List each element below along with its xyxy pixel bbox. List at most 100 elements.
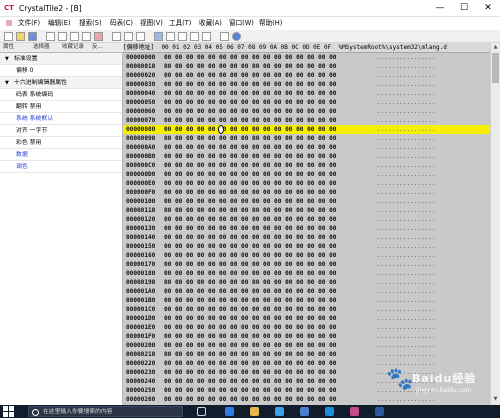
menu-search[interactable]: 搜索(S)	[79, 18, 102, 29]
store-icon[interactable]	[275, 407, 284, 416]
hex-bytes[interactable]: 00 00 00 00 00 00 00 00 00 00 00 00 00 0…	[164, 188, 336, 197]
close-button[interactable]: ✕	[476, 0, 500, 17]
hex-bytes[interactable]: 00 00 00 00 00 00 00 00 00 00 00 00 00 0…	[164, 386, 336, 395]
hex-bytes[interactable]: 00 00 00 00 00 00 00 00 00 00 00 00 00 0…	[164, 332, 336, 341]
hex-row[interactable]: 000000B0 00 00 00 00 00 00 00 00 00 00 00…	[123, 152, 490, 161]
hex-row[interactable]: 00000060 00 00 00 00 00 00 00 00 00 00 00…	[123, 107, 490, 116]
hex-ascii[interactable]: ................	[377, 323, 436, 332]
hex-ascii[interactable]: ................	[377, 179, 436, 188]
hex-ascii[interactable]: ................	[377, 152, 436, 161]
image-view-icon[interactable]	[190, 32, 199, 41]
menu-file[interactable]: 文件(F)	[18, 18, 40, 29]
palette-icon[interactable]	[202, 32, 211, 41]
hex-bytes[interactable]: 00 00 00 00 00 00 00 00 00 00 00 00 00 0…	[164, 134, 336, 143]
hex-row[interactable]: 000001A0 00 00 00 00 00 00 00 00 00 00 00…	[123, 287, 490, 296]
cut-icon[interactable]	[58, 32, 67, 41]
hex-bytes[interactable]: 00 00 00 00 00 00 00 00 00 00 00 00 00 0…	[164, 80, 336, 89]
menu-window[interactable]: 窗口(W)	[229, 18, 254, 29]
property-offset[interactable]: 偏移 0	[0, 65, 122, 77]
hex-row[interactable]: 00000120 00 00 00 00 00 00 00 00 00 00 00…	[123, 215, 490, 224]
hex-row[interactable]: 00000150 00 00 00 00 00 00 00 00 00 00 00…	[123, 242, 490, 251]
hex-bytes[interactable]: 00 00 00 00 00 00 00 00 00 00 00 00 00 0…	[164, 143, 336, 152]
hex-row[interactable]: 00000200 00 00 00 00 00 00 00 00 00 00 00…	[123, 341, 490, 350]
new-file-icon[interactable]	[4, 32, 13, 41]
hex-row[interactable]: 00000260 00 00 00 00 00 00 00 00 00 00 00…	[123, 395, 490, 404]
hex-bytes[interactable]: 00 00 00 00 00 00 00 00 00 00 00 00 00 0…	[164, 53, 336, 62]
hex-row[interactable]: 00000110 00 00 00 00 00 00 00 00 00 00 00…	[123, 206, 490, 215]
hex-bytes[interactable]: 00 00 00 00 00 00 00 00 00 00 00 00 00 0…	[164, 278, 336, 287]
hex-ascii[interactable]: ................	[377, 368, 436, 377]
hex-bytes[interactable]: 00 00 00 00 00 00 00 00 00 00 00 00 00 0…	[164, 260, 336, 269]
hex-ascii[interactable]: ................	[377, 206, 436, 215]
hex-view-icon[interactable]	[154, 32, 163, 41]
hex-ascii[interactable]: ................	[377, 242, 436, 251]
hex-bytes[interactable]: 00 00 00 00 00 00 00 00 00 00 00 00 00 0…	[164, 89, 336, 98]
hex-bytes[interactable]: 00 00 00 00 00 00 00 00 00 00 00 00 00 0…	[164, 206, 336, 215]
scroll-down-icon[interactable]: ▼	[491, 395, 500, 404]
minimize-button[interactable]: —	[428, 0, 452, 17]
hex-row[interactable]: 00000090 00 00 00 00 00 00 00 00 00 00 00…	[123, 134, 490, 143]
app-icon-blue[interactable]	[375, 407, 384, 416]
hex-row[interactable]: 000001F0 00 00 00 00 00 00 00 00 00 00 00…	[123, 332, 490, 341]
taskbar-search[interactable]: 在这里输入你要搜索的内容	[28, 406, 183, 417]
hex-row[interactable]: 000001E0 00 00 00 00 00 00 00 00 00 00 00…	[123, 323, 490, 332]
hex-ascii[interactable]: ................	[377, 341, 436, 350]
hex-ascii[interactable]: ................	[377, 188, 436, 197]
hex-ascii[interactable]: ................	[377, 350, 436, 359]
hex-ascii[interactable]: ................	[377, 116, 436, 125]
hex-bytes[interactable]: 00 00 00 00 00 00 00 00 00 00 00 00 00 0…	[164, 341, 336, 350]
hex-row[interactable]: 00000020 00 00 00 00 00 00 00 00 00 00 00…	[123, 71, 490, 80]
hex-bytes[interactable]: 00 00 00 00 00 00 00 00 00 00 00 00 00 0…	[164, 395, 336, 404]
hex-row[interactable]: 000000D0 00 00 00 00 00 00 00 00 00 00 00…	[123, 170, 490, 179]
hex-ascii[interactable]: ................	[377, 260, 436, 269]
hex-ascii[interactable]: ................	[377, 296, 436, 305]
hex-bytes[interactable]: 00 00 00 00 00 00 00 00 00 00 00 00 00 0…	[164, 251, 336, 260]
hex-row[interactable]: 000000A0 00 00 00 00 00 00 00 00 00 00 00…	[123, 143, 490, 152]
hex-row[interactable]: 000000E0 00 00 00 00 00 00 00 00 00 00 00…	[123, 179, 490, 188]
hex-bytes[interactable]: 00 00 00 00 00 00 00 00 00 00 00 00 00 0…	[164, 269, 336, 278]
hex-ascii[interactable]: ................	[377, 287, 436, 296]
hex-ascii[interactable]: ................	[377, 53, 436, 62]
edge-browser-icon[interactable]	[225, 407, 234, 416]
hex-bytes[interactable]: 00 00 00 00 00 00 00 00 00 00 00 00 00 0…	[164, 161, 336, 170]
hex-row[interactable]: 000001B0 00 00 00 00 00 00 00 00 00 00 00…	[123, 296, 490, 305]
hex-row[interactable]: 00000010 00 00 00 00 00 00 00 00 00 00 00…	[123, 62, 490, 71]
hex-row[interactable]: 00000220 00 00 00 00 00 00 00 00 00 00 00…	[123, 359, 490, 368]
browser-icon[interactable]	[300, 407, 309, 416]
property-codetable[interactable]: 码表 系统编码	[0, 89, 122, 101]
hex-row[interactable]: 00000230 00 00 00 00 00 00 00 00 00 00 00…	[123, 368, 490, 377]
hex-bytes[interactable]: 00 00 00 00 00 00 00 00 00 00 00 00 00 0…	[164, 368, 336, 377]
text-view-icon[interactable]	[178, 32, 187, 41]
hex-row[interactable]: 00000190 00 00 00 00 00 00 00 00 00 00 00…	[123, 278, 490, 287]
task-view-icon[interactable]	[197, 407, 206, 416]
hex-ascii[interactable]: ................	[377, 197, 436, 206]
hex-ascii[interactable]: ................	[377, 107, 436, 116]
hex-row[interactable]: 00000040 00 00 00 00 00 00 00 00 00 00 00…	[123, 89, 490, 98]
find-next-icon[interactable]	[124, 32, 133, 41]
hex-ascii[interactable]: ................	[377, 233, 436, 242]
hex-row[interactable]: 00000250 00 00 00 00 00 00 00 00 00 00 00…	[123, 386, 490, 395]
hex-ascii[interactable]: ................	[377, 359, 436, 368]
hex-ascii[interactable]: ................	[377, 71, 436, 80]
hex-row[interactable]: 00000000 00 00 00 00 00 00 00 00 00 00 00…	[123, 53, 490, 62]
hex-bytes[interactable]: 00 00 00 00 00 00 00 00 00 00 00 00 00 0…	[164, 305, 336, 314]
hex-bytes[interactable]: 00 00 00 00 00 00 00 00 00 00 00 00 00 0…	[164, 359, 336, 368]
hex-bytes[interactable]: 00 00 00 00 00 00 00 00 00 00 00 00 00 0…	[164, 287, 336, 296]
hex-row[interactable]: 00000180 00 00 00 00 00 00 00 00 00 00 00…	[123, 269, 490, 278]
hex-ascii[interactable]: ................	[377, 215, 436, 224]
hex-ascii[interactable]: ................	[377, 161, 436, 170]
hex-bytes[interactable]: 00 00 00 00 00 00 00 00 00 00 00 00 00 0…	[164, 323, 336, 332]
hex-ascii[interactable]: ................	[377, 269, 436, 278]
hex-row[interactable]: 00000080 00 00 00 00 00 00 00 00 00 00 00…	[123, 125, 490, 134]
tab-properties[interactable]: 属性	[3, 43, 14, 52]
hex-ascii[interactable]: ................	[377, 224, 436, 233]
tab-more[interactable]: 反...	[92, 43, 103, 52]
menu-tools[interactable]: 工具(T)	[169, 18, 191, 29]
hex-ascii[interactable]: ................	[377, 332, 436, 341]
hex-bytes[interactable]: 00 00 00 00 00 00 00 00 00 00 00 00 00 0…	[164, 170, 336, 179]
crystaltile-taskbar-icon[interactable]	[350, 407, 359, 416]
hex-row[interactable]: 00000140 00 00 00 00 00 00 00 00 00 00 00…	[123, 233, 490, 242]
tile-view-icon[interactable]	[166, 32, 175, 41]
undo-icon[interactable]	[46, 32, 55, 41]
section-hex-editor-properties[interactable]: ▼ 十六进制编辑器属性	[0, 77, 122, 89]
